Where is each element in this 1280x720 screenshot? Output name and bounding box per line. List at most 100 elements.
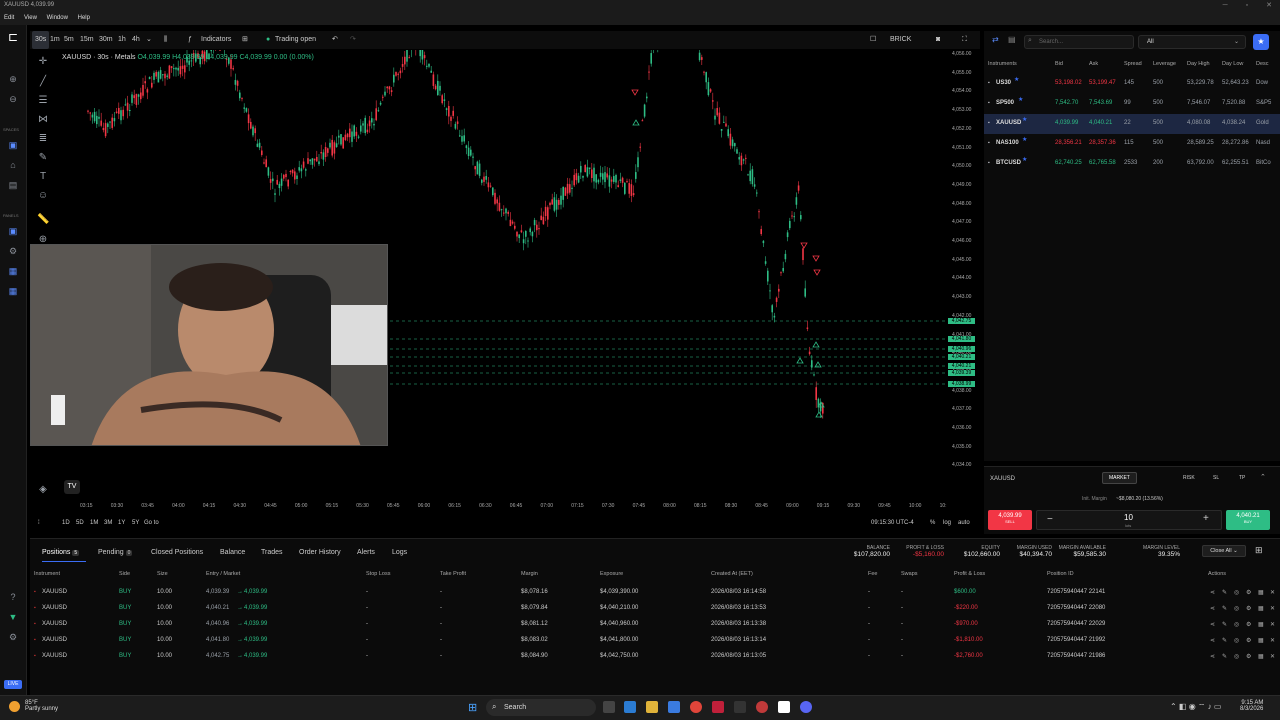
sell-button[interactable]: 4,039.99 SELL bbox=[988, 510, 1032, 530]
positions-col-header[interactable]: Take Profit bbox=[440, 571, 466, 577]
timeframe-5m[interactable]: 5m bbox=[64, 31, 74, 49]
trade-marker-icon[interactable] bbox=[812, 255, 820, 262]
panel-positions-icon[interactable]: ▦ bbox=[7, 285, 19, 297]
timeframe-4h[interactable]: 4h bbox=[132, 31, 140, 49]
share-icon[interactable]: ⋖ bbox=[1210, 605, 1215, 612]
tab-order-history[interactable]: Order History bbox=[299, 549, 341, 556]
checkbox-icon[interactable]: ☐ bbox=[870, 31, 876, 49]
undo-icon[interactable]: ↶ bbox=[332, 31, 338, 49]
panel-chart-icon[interactable]: ▣ bbox=[7, 225, 19, 237]
timeframe-1m[interactable]: 1m bbox=[50, 31, 60, 49]
edit-icon[interactable]: ✎ bbox=[1222, 621, 1227, 628]
share-icon[interactable]: ⋖ bbox=[1210, 653, 1215, 660]
scale-log[interactable]: log bbox=[943, 520, 951, 526]
share-icon[interactable]: ⋖ bbox=[1210, 621, 1215, 628]
edit-icon[interactable]: ✎ bbox=[1222, 605, 1227, 612]
positions-col-header[interactable]: Actions bbox=[1208, 571, 1226, 577]
close-icon[interactable]: ✕ bbox=[1270, 621, 1275, 628]
instrument-row[interactable]: ▪ NAS100 28,356.21 28,357.36 115 500 28,589.25… bbox=[984, 134, 1280, 154]
maximize-icon[interactable]: ▫ bbox=[1246, 2, 1248, 9]
tab-positions[interactable]: Positions 5 bbox=[42, 549, 80, 556]
app-n-icon[interactable] bbox=[734, 701, 746, 713]
fib-icon[interactable]: ≣ bbox=[37, 133, 49, 144]
range-1m[interactable]: 1M bbox=[90, 520, 98, 526]
copilot-icon[interactable] bbox=[624, 701, 636, 713]
positions-col-header[interactable]: Fee bbox=[868, 571, 877, 577]
text-tool-icon[interactable]: T bbox=[37, 171, 49, 182]
trade-marker-icon[interactable] bbox=[631, 89, 639, 96]
taskbar-clock[interactable]: 9:15 AM 8/3/2026 bbox=[1240, 700, 1263, 712]
panel-settings-icon[interactable]: ⚙ bbox=[7, 245, 19, 257]
edit-icon[interactable]: ✎ bbox=[1222, 637, 1227, 644]
tray-icons[interactable]: ⌃ ◧ ◉ ⌔ ♪ ▭ bbox=[1170, 702, 1221, 712]
panel-orders-icon[interactable]: ▦ bbox=[7, 265, 19, 277]
target-icon[interactable]: ◎ bbox=[1234, 621, 1239, 628]
favorite-star-icon[interactable]: ★ bbox=[1014, 76, 1019, 83]
app-a-icon[interactable] bbox=[712, 701, 724, 713]
tab-pending[interactable]: Pending 0 bbox=[98, 549, 133, 556]
scale-percent[interactable]: % bbox=[930, 520, 935, 526]
positions-col-header[interactable]: Side bbox=[119, 571, 130, 577]
target-icon[interactable]: ◎ bbox=[1234, 637, 1239, 644]
target-icon[interactable]: ◎ bbox=[1234, 605, 1239, 612]
positions-col-header[interactable]: Stop Loss bbox=[366, 571, 390, 577]
grid-icon[interactable]: ▦ bbox=[1258, 637, 1264, 644]
fullscreen-icon[interactable]: ⛶ bbox=[962, 31, 967, 49]
settings-icon[interactable]: ⚙ bbox=[1246, 637, 1251, 644]
positions-col-header[interactable]: Profit & Loss bbox=[954, 571, 985, 577]
favorites-star-button[interactable]: ★ bbox=[1253, 34, 1269, 50]
windows-start-icon[interactable]: ⊞ bbox=[468, 701, 477, 714]
instrument-filter-select[interactable]: All ⌄ bbox=[1138, 35, 1246, 49]
settings-icon[interactable]: ⚙ bbox=[1246, 605, 1251, 612]
buy-button[interactable]: 4,040.21 BUY bbox=[1226, 510, 1270, 530]
pattern-icon[interactable]: ⋈ bbox=[37, 114, 49, 125]
trade-marker-icon[interactable] bbox=[796, 357, 804, 364]
emoji-icon[interactable]: ☺ bbox=[37, 190, 49, 201]
close-icon[interactable]: ✕ bbox=[1270, 589, 1275, 596]
space-trading-icon[interactable]: ▣ bbox=[7, 139, 19, 151]
settings-icon[interactable]: ⚙ bbox=[1246, 589, 1251, 596]
instrument-row[interactable]: ▪ SP500 7,542.70 7,543.69 99 500 7,546.07 7,520… bbox=[984, 94, 1280, 114]
close-all-button[interactable]: Close All ⌄ bbox=[1202, 545, 1246, 557]
close-icon[interactable]: ✕ bbox=[1270, 637, 1275, 644]
menu-view[interactable]: View bbox=[24, 15, 37, 21]
discord-icon[interactable] bbox=[800, 701, 812, 713]
menu-help[interactable]: Help bbox=[78, 15, 90, 21]
lots-stepper[interactable]: − 10 lots + bbox=[1036, 510, 1222, 530]
trade-marker-icon[interactable] bbox=[812, 341, 820, 348]
tab-alerts[interactable]: Alerts bbox=[357, 549, 375, 556]
instrument-search-input[interactable]: Search... bbox=[1024, 35, 1134, 49]
camera-icon[interactable]: ◙ bbox=[936, 31, 940, 49]
grid-view-icon[interactable]: ⊞ bbox=[1255, 545, 1263, 556]
news-tab-icon[interactable]: ▤ bbox=[1008, 35, 1016, 44]
goto-button[interactable]: Go to bbox=[144, 520, 159, 526]
positions-col-header[interactable]: Entry / Market bbox=[206, 571, 240, 577]
range-3m[interactable]: 3M bbox=[104, 520, 112, 526]
task-view-icon[interactable] bbox=[603, 701, 615, 713]
layout-grid-icon[interactable]: ⊞ bbox=[242, 31, 248, 49]
minus-icon[interactable]: − bbox=[1047, 514, 1053, 525]
zoom-in-icon[interactable]: ⊕ bbox=[7, 73, 19, 85]
target-icon[interactable]: ◎ bbox=[1234, 589, 1239, 596]
trade-marker-icon[interactable] bbox=[813, 269, 821, 276]
price-axis[interactable]: 4,056.00 4,055.00 4,054.00 4,053.00 4,052.00… bbox=[948, 50, 980, 490]
taskbar-search[interactable]: Search bbox=[486, 699, 596, 716]
menu-edit[interactable]: Edit bbox=[4, 15, 14, 21]
candle-style-icon[interactable]: ⫼ bbox=[164, 31, 167, 49]
close-icon[interactable]: ✕ bbox=[1270, 653, 1275, 660]
share-icon[interactable]: ⋖ bbox=[1210, 589, 1215, 596]
watchlist-tab-icon[interactable]: ⇄ bbox=[992, 35, 999, 44]
file-explorer-icon[interactable] bbox=[646, 701, 658, 713]
col-day-high[interactable]: Day High bbox=[1187, 61, 1210, 67]
trade-marker-icon[interactable] bbox=[800, 242, 808, 249]
favorite-star-icon[interactable]: ★ bbox=[1022, 116, 1027, 123]
tab-risk[interactable]: RISK bbox=[1183, 475, 1195, 481]
chrome-icon[interactable] bbox=[690, 701, 702, 713]
chart-type-select[interactable]: BRICK bbox=[890, 31, 911, 49]
brush-icon[interactable]: ✎ bbox=[37, 152, 49, 163]
horizontal-lines-icon[interactable]: ☰ bbox=[37, 95, 49, 106]
chevron-down-icon[interactable]: ⌄ bbox=[146, 31, 152, 49]
tab-trades[interactable]: Trades bbox=[261, 549, 283, 556]
positions-col-header[interactable]: Swaps bbox=[901, 571, 918, 577]
timeframe-15m[interactable]: 15m bbox=[80, 31, 94, 49]
